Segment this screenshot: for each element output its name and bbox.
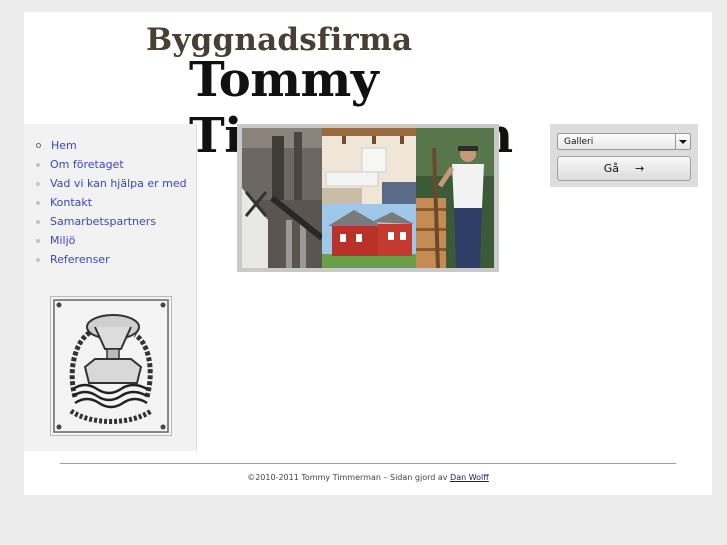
page-container: Byggnadsfirma Tommy Timmerman Hem Om för… (24, 12, 712, 495)
company-seal-image (50, 296, 172, 436)
bullet-icon (36, 162, 40, 167)
bullet-icon (36, 143, 41, 148)
footer-author-link[interactable]: Dan Wolff (450, 473, 489, 482)
nav-item-label[interactable]: Referenser (50, 253, 110, 266)
nav-item-label[interactable]: Om företaget (50, 158, 124, 171)
site-header: Byggnadsfirma Tommy Timmerman (24, 12, 712, 164)
bullet-icon (36, 181, 40, 186)
collage-image (242, 128, 494, 269)
chevron-down-icon[interactable] (675, 134, 690, 149)
go-button[interactable]: Gå → (557, 156, 691, 181)
nav-item-label[interactable]: Miljö (50, 234, 75, 247)
nav-item-label[interactable]: Vad vi kan hjälpa er med (50, 177, 187, 190)
nav-item-om-foretaget[interactable]: Om företaget (36, 155, 196, 174)
footer-divider (60, 463, 676, 464)
bullet-icon (36, 238, 40, 243)
gallery-select-value: Galleri (564, 137, 594, 147)
nav-item-label[interactable]: Samarbetspartners (50, 215, 156, 228)
bullet-icon (36, 200, 40, 205)
go-button-label: Gå (603, 162, 620, 175)
gallery-form: Galleri Gå → (550, 124, 698, 187)
sidebar: Hem Om företaget Vad vi kan hjälpa er me… (24, 124, 197, 451)
nav-item-kontakt[interactable]: Kontakt (36, 193, 196, 212)
gallery-select[interactable]: Galleri (557, 133, 691, 150)
nav-item-referenser[interactable]: Referenser (36, 250, 196, 269)
footer-text: ©2010-2011 Tommy Timmerman – Sidan gjord… (247, 473, 451, 482)
nav-item-vad-vi-kan[interactable]: Vad vi kan hjälpa er med (36, 174, 196, 193)
photo-collage (237, 124, 499, 272)
nav-item-miljo[interactable]: Miljö (36, 231, 196, 250)
site-footer: ©2010-2011 Tommy Timmerman – Sidan gjord… (24, 473, 712, 482)
arrow-right-icon: → (635, 162, 645, 175)
nav-item-samarbetspartners[interactable]: Samarbetspartners (36, 212, 196, 231)
nav-item-label[interactable]: Kontakt (50, 196, 92, 209)
bullet-icon (36, 219, 40, 224)
nav-item-label[interactable]: Hem (51, 139, 77, 152)
nav-menu: Hem Om företaget Vad vi kan hjälpa er me… (24, 124, 196, 269)
nav-item-hem[interactable]: Hem (36, 136, 196, 155)
bullet-icon (36, 257, 40, 262)
